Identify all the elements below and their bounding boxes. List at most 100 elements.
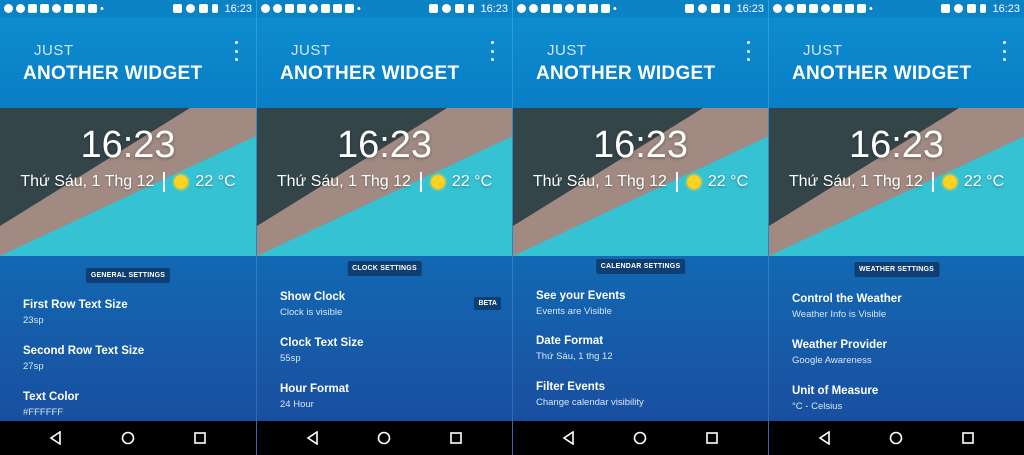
setting-date-format[interactable]: Date Format Thứ Sáu, 1 thg 12 — [536, 335, 736, 362]
messenger-icon — [785, 4, 794, 13]
setting-second-row-text-size[interactable]: Second Row Text Size 27sp — [23, 345, 223, 372]
screen-weather-settings: • 16:23 JUST ANOTHER WIDGET 16:23 Thứ Sá… — [768, 0, 1024, 455]
screen-calendar-settings: • 16:23 JUST ANOTHER WIDGET 16:23 Thứ Sá… — [512, 0, 768, 455]
overflow-menu-icon[interactable] — [998, 41, 1010, 61]
widget-date: Thứ Sáu, 1 Thg 12 — [20, 173, 155, 190]
navigation-bar — [769, 421, 1024, 455]
setting-value: °C - Celsius — [792, 401, 843, 412]
status-bar: • 16:23 — [0, 0, 256, 17]
messenger-icon — [565, 4, 574, 13]
widget-preview: 16:23 Thứ Sáu, 1 Thg 12 22 °C — [0, 108, 256, 256]
status-time: 16:23 — [480, 2, 508, 15]
back-icon[interactable] — [298, 424, 328, 452]
widget-clock: 16:23 — [80, 124, 176, 166]
setting-hour-format[interactable]: Hour Format 24 Hour — [280, 383, 480, 410]
widget-clock: 16:23 — [592, 124, 689, 166]
overflow-menu-icon[interactable] — [742, 41, 754, 61]
play-store-icon — [589, 4, 598, 13]
widget-preview: 16:23 Thứ Sáu, 1 Thg 12 22 °C — [513, 108, 768, 256]
beta-badge: BETA — [474, 297, 501, 310]
home-icon[interactable] — [113, 424, 143, 452]
setting-value: Weather Info is Visible — [792, 309, 887, 320]
overflow-menu-icon[interactable] — [230, 41, 242, 61]
navigation-bar — [257, 421, 512, 455]
widget-preview: 16:23 Thứ Sáu, 1 Thg 12 22 °C — [257, 108, 512, 256]
setting-see-your-events[interactable]: See your Events Events are Visible — [536, 290, 736, 317]
status-time: 16:23 — [736, 2, 764, 15]
section-chip: CLOCK SETTINGS — [347, 261, 422, 276]
brand-title: ANOTHER WIDGET — [23, 63, 203, 84]
widget-temperature: 22 °C — [707, 173, 749, 190]
section-chip: WEATHER SETTINGS — [853, 262, 940, 277]
status-bar: • 16:23 — [769, 0, 1024, 17]
gallery-icon — [297, 4, 306, 13]
vibrate-icon — [173, 4, 183, 13]
app-header: JUST ANOTHER WIDGET — [257, 17, 512, 108]
gallery-icon — [809, 4, 818, 13]
setting-show-clock[interactable]: Show Clock Clock is visible — [280, 291, 480, 318]
recents-icon[interactable] — [185, 424, 215, 452]
recents-icon[interactable] — [953, 424, 983, 452]
setting-clock-text-size[interactable]: Clock Text Size 55sp — [280, 337, 480, 364]
setting-title: Date Format — [536, 335, 604, 347]
setting-first-row-text-size[interactable]: First Row Text Size 23sp — [23, 299, 223, 326]
messenger-icon — [261, 4, 270, 13]
sun-icon — [942, 175, 957, 189]
setting-title: Show Clock — [280, 291, 346, 303]
signal-icon — [455, 4, 465, 13]
setting-control-the-weather[interactable]: Control the Weather Weather Info is Visi… — [792, 293, 992, 320]
play-store-icon — [845, 4, 854, 13]
screens-strip: • 16:23 JUST ANOTHER WIDGET 16:23 Thứ Sá… — [0, 0, 1024, 455]
setting-value: 55sp — [280, 353, 301, 364]
recents-icon[interactable] — [441, 424, 471, 452]
messenger-icon — [821, 4, 830, 13]
messenger-icon — [529, 4, 538, 13]
home-icon[interactable] — [881, 424, 911, 452]
gallery-icon — [40, 4, 49, 13]
play-store-icon — [345, 4, 354, 13]
back-icon[interactable] — [41, 424, 71, 452]
brand-title: ANOTHER WIDGET — [792, 63, 972, 84]
setting-title: Clock Text Size — [280, 337, 364, 349]
messenger-icon — [273, 4, 282, 13]
setting-title: See your Events — [536, 290, 626, 302]
battery-icon — [212, 4, 219, 13]
setting-text-color[interactable]: Text Color #FFFFFF — [23, 391, 223, 418]
play-store-icon — [857, 4, 866, 13]
youtube-icon — [285, 4, 294, 13]
overflow-menu-icon[interactable] — [486, 41, 498, 61]
setting-title: Unit of Measure — [792, 385, 879, 397]
wifi-icon — [954, 4, 964, 13]
setting-filter-events[interactable]: Filter Events Change calendar visibility — [536, 381, 736, 408]
widget-date-row: Thứ Sáu, 1 Thg 12 22 °C — [513, 172, 768, 192]
setting-weather-provider[interactable]: Weather Provider Google Awareness — [792, 339, 992, 366]
back-icon[interactable] — [810, 424, 840, 452]
status-bar: • 16:23 — [513, 0, 768, 17]
section-chip: GENERAL SETTINGS — [85, 268, 171, 283]
setting-value: Google Awareness — [792, 355, 872, 366]
signal-icon — [711, 4, 721, 13]
messenger-icon — [16, 4, 25, 13]
widget-preview: 16:23 Thứ Sáu, 1 Thg 12 22 °C — [769, 108, 1024, 256]
home-icon[interactable] — [369, 424, 399, 452]
wifi-icon — [698, 4, 708, 13]
battery-icon — [980, 4, 987, 13]
home-icon[interactable] — [625, 424, 655, 452]
recents-icon[interactable] — [697, 424, 727, 452]
vibrate-icon — [429, 4, 439, 13]
back-icon[interactable] — [554, 424, 584, 452]
widget-temperature: 22 °C — [195, 173, 236, 190]
youtube-icon — [28, 4, 37, 13]
brand-top: JUST — [803, 42, 843, 59]
status-time: 16:23 — [992, 2, 1020, 15]
widget-date: Thứ Sáu, 1 Thg 12 — [532, 173, 667, 190]
sun-icon — [174, 175, 189, 189]
divider — [419, 172, 422, 192]
play-store-icon — [76, 4, 85, 13]
youtube-icon — [541, 4, 550, 13]
setting-value: Thứ Sáu, 1 thg 12 — [536, 351, 613, 362]
setting-unit-of-measure[interactable]: Unit of Measure °C - Celsius — [792, 385, 992, 412]
messenger-icon — [52, 4, 61, 13]
app-header: JUST ANOTHER WIDGET — [513, 17, 768, 108]
status-time: 16:23 — [224, 2, 252, 15]
